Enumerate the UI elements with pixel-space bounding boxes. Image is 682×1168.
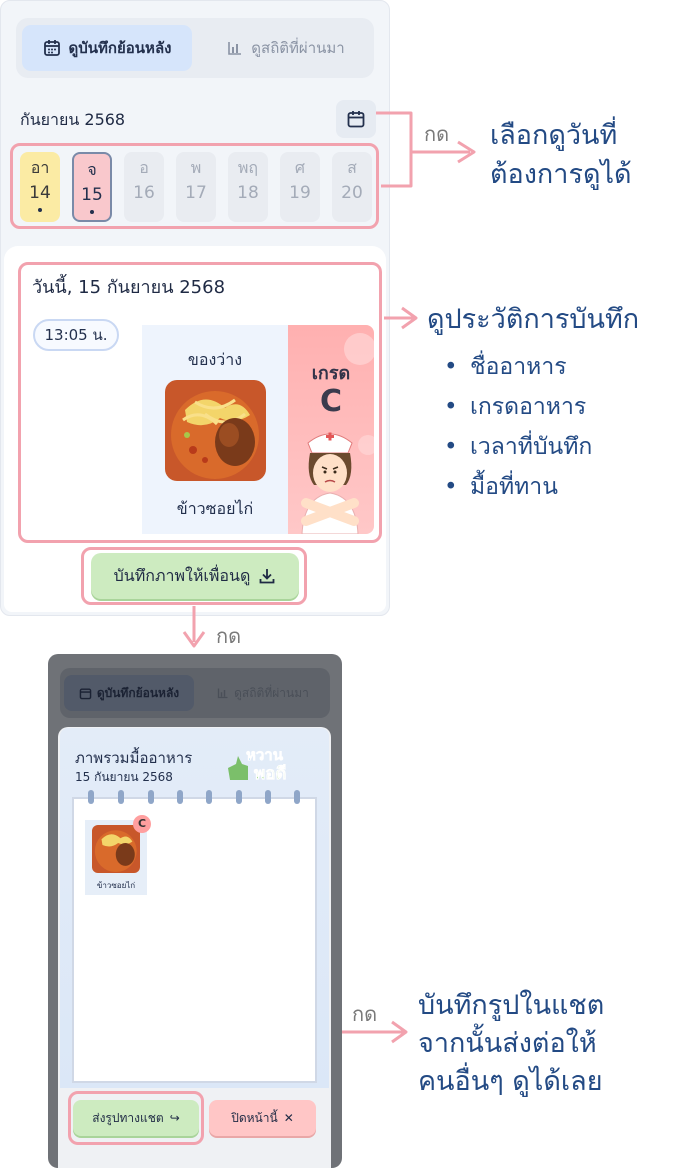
calendar-icon [79, 687, 92, 699]
notebook-ring [148, 790, 154, 804]
dimmed-tab-stats-label: ดูสถิติที่ผ่านมา [234, 685, 309, 700]
history-note: ดูประวัติการบันทึก [427, 304, 640, 335]
summary-item-label: ข้าวซอยไก่ [96, 881, 136, 890]
bar-chart-icon [217, 688, 228, 699]
notebook-ring [88, 790, 94, 804]
svg-text:หวาน: หวาน [246, 746, 284, 764]
history-bullets: • ชื่ออาหาร • เกรดอาหาร • เวลาที่บันทึก • มื… [444, 350, 592, 510]
summary-grade-badge: C [133, 815, 151, 833]
chat-note-line3: คนอื่นๆ ดูได้เลย [418, 1066, 603, 1097]
summary-food-photo [92, 825, 140, 873]
close-icon: ✕ [283, 1111, 294, 1125]
select-day-note-line2: ต้องการดูได้ [490, 159, 632, 190]
send-to-chat-label: ส่งรูปทางแชต [92, 1110, 164, 1125]
close-page-button[interactable]: ปิดหน้านี้ ✕ [209, 1100, 316, 1136]
chat-note-line2: จากนั้นส่งต่อให้ [418, 1028, 597, 1059]
bullet-item: • ชื่ออาหาร [444, 354, 567, 380]
svg-text:พอดี: พอดี [254, 763, 286, 784]
press-hint: กด [352, 1002, 378, 1026]
notebook-ring [206, 790, 212, 804]
brand-logo: หวาน พอดี [226, 740, 316, 786]
bullet-item: • เวลาที่บันทึก [444, 434, 593, 460]
dimmed-tab-history: ดูบันทึกย้อนหลัง [64, 675, 194, 711]
send-to-chat-button[interactable]: ส่งรูปทางแชต ↪ [73, 1100, 199, 1136]
bullet-item: • เกรดอาหาร [444, 394, 587, 420]
share-arrow-icon: ↪ [169, 1111, 180, 1125]
notebook-ring [294, 790, 300, 804]
chat-note-line1: บันทึกรูปในแชต [418, 990, 605, 1021]
notebook-ring [177, 790, 183, 804]
bullet-item: • มื้อที่ทาน [444, 474, 558, 500]
select-day-note-line1: เลือกดูวันที่ [490, 120, 618, 151]
summary-title: ภาพรวมมื้ออาหาร [75, 749, 193, 767]
notebook-ring [236, 790, 242, 804]
close-page-label: ปิดหน้านี้ [231, 1110, 278, 1125]
dimmed-tab-stats: ดูสถิติที่ผ่านมา [200, 675, 326, 711]
notebook-ring [265, 790, 271, 804]
notebook-ring [118, 790, 124, 804]
summary-date: 15 กันยายน 2568 [75, 770, 173, 784]
dimmed-tab-history-label: ดูบันทึกย้อนหลัง [96, 685, 180, 700]
press-hint: กด [424, 122, 450, 146]
press-hint: กด [216, 624, 242, 648]
